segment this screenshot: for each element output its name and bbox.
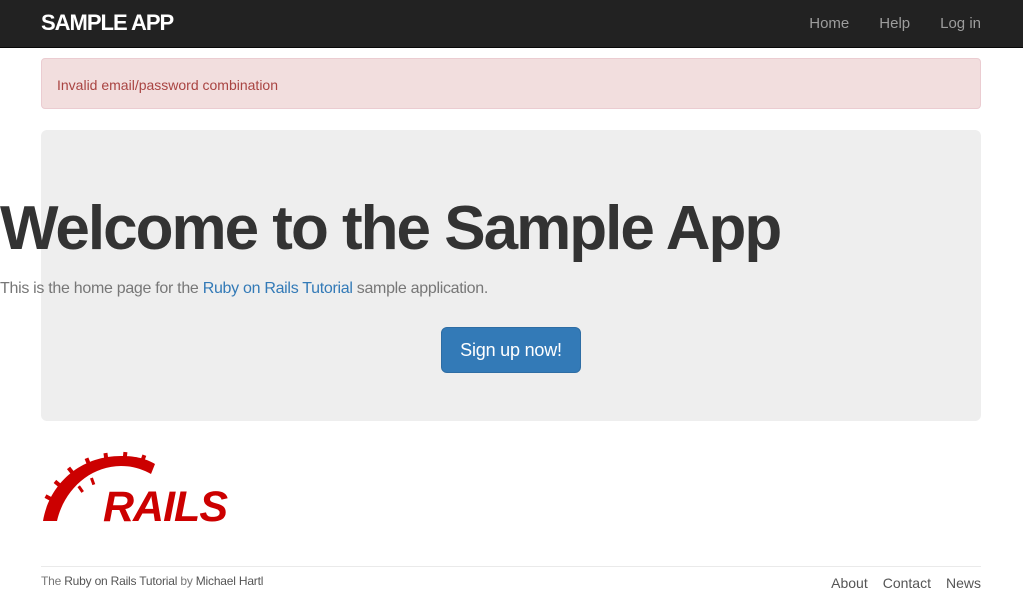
footer-news-link[interactable]: News: [946, 574, 981, 592]
footer-by: by: [177, 574, 196, 588]
footer-nav: About Contact News: [816, 574, 981, 592]
nav-login-link[interactable]: Log in: [940, 14, 981, 34]
jumbotron: [41, 130, 981, 421]
footer-prefix: The: [41, 574, 65, 588]
nav-links: Home Help Log in: [779, 0, 981, 48]
footer-contact-link[interactable]: Contact: [883, 574, 931, 592]
app-logo[interactable]: sample app: [41, 10, 174, 36]
nav-home-link[interactable]: Home: [809, 14, 849, 34]
footer-tutorial-link[interactable]: Ruby on Rails Tutorial: [64, 574, 177, 588]
navbar: sample app Home Help Log in: [0, 0, 1023, 48]
footer-divider: [41, 566, 981, 567]
rails-logo-text: RAILS: [103, 483, 228, 523]
page-title: Welcome to the Sample App: [0, 194, 782, 263]
intro-text-before: This is the home page for the: [0, 280, 203, 297]
intro-text: This is the home page for the Ruby on Ra…: [0, 278, 1023, 300]
nav-help-link[interactable]: Help: [879, 14, 910, 34]
rails-tutorial-link[interactable]: Ruby on Rails Tutorial: [203, 280, 353, 297]
footer-about-link[interactable]: About: [831, 574, 868, 592]
footer-credit: The Ruby on Rails Tutorial by Michael Ha…: [41, 573, 263, 589]
intro-text-after: sample application.: [352, 280, 489, 297]
flash-alert: Invalid email/password combination: [41, 58, 981, 109]
signup-button[interactable]: Sign up now!: [441, 327, 581, 373]
footer-author-link[interactable]: Michael Hartl: [196, 574, 264, 588]
rails-logo[interactable]: RAILS: [41, 450, 241, 523]
